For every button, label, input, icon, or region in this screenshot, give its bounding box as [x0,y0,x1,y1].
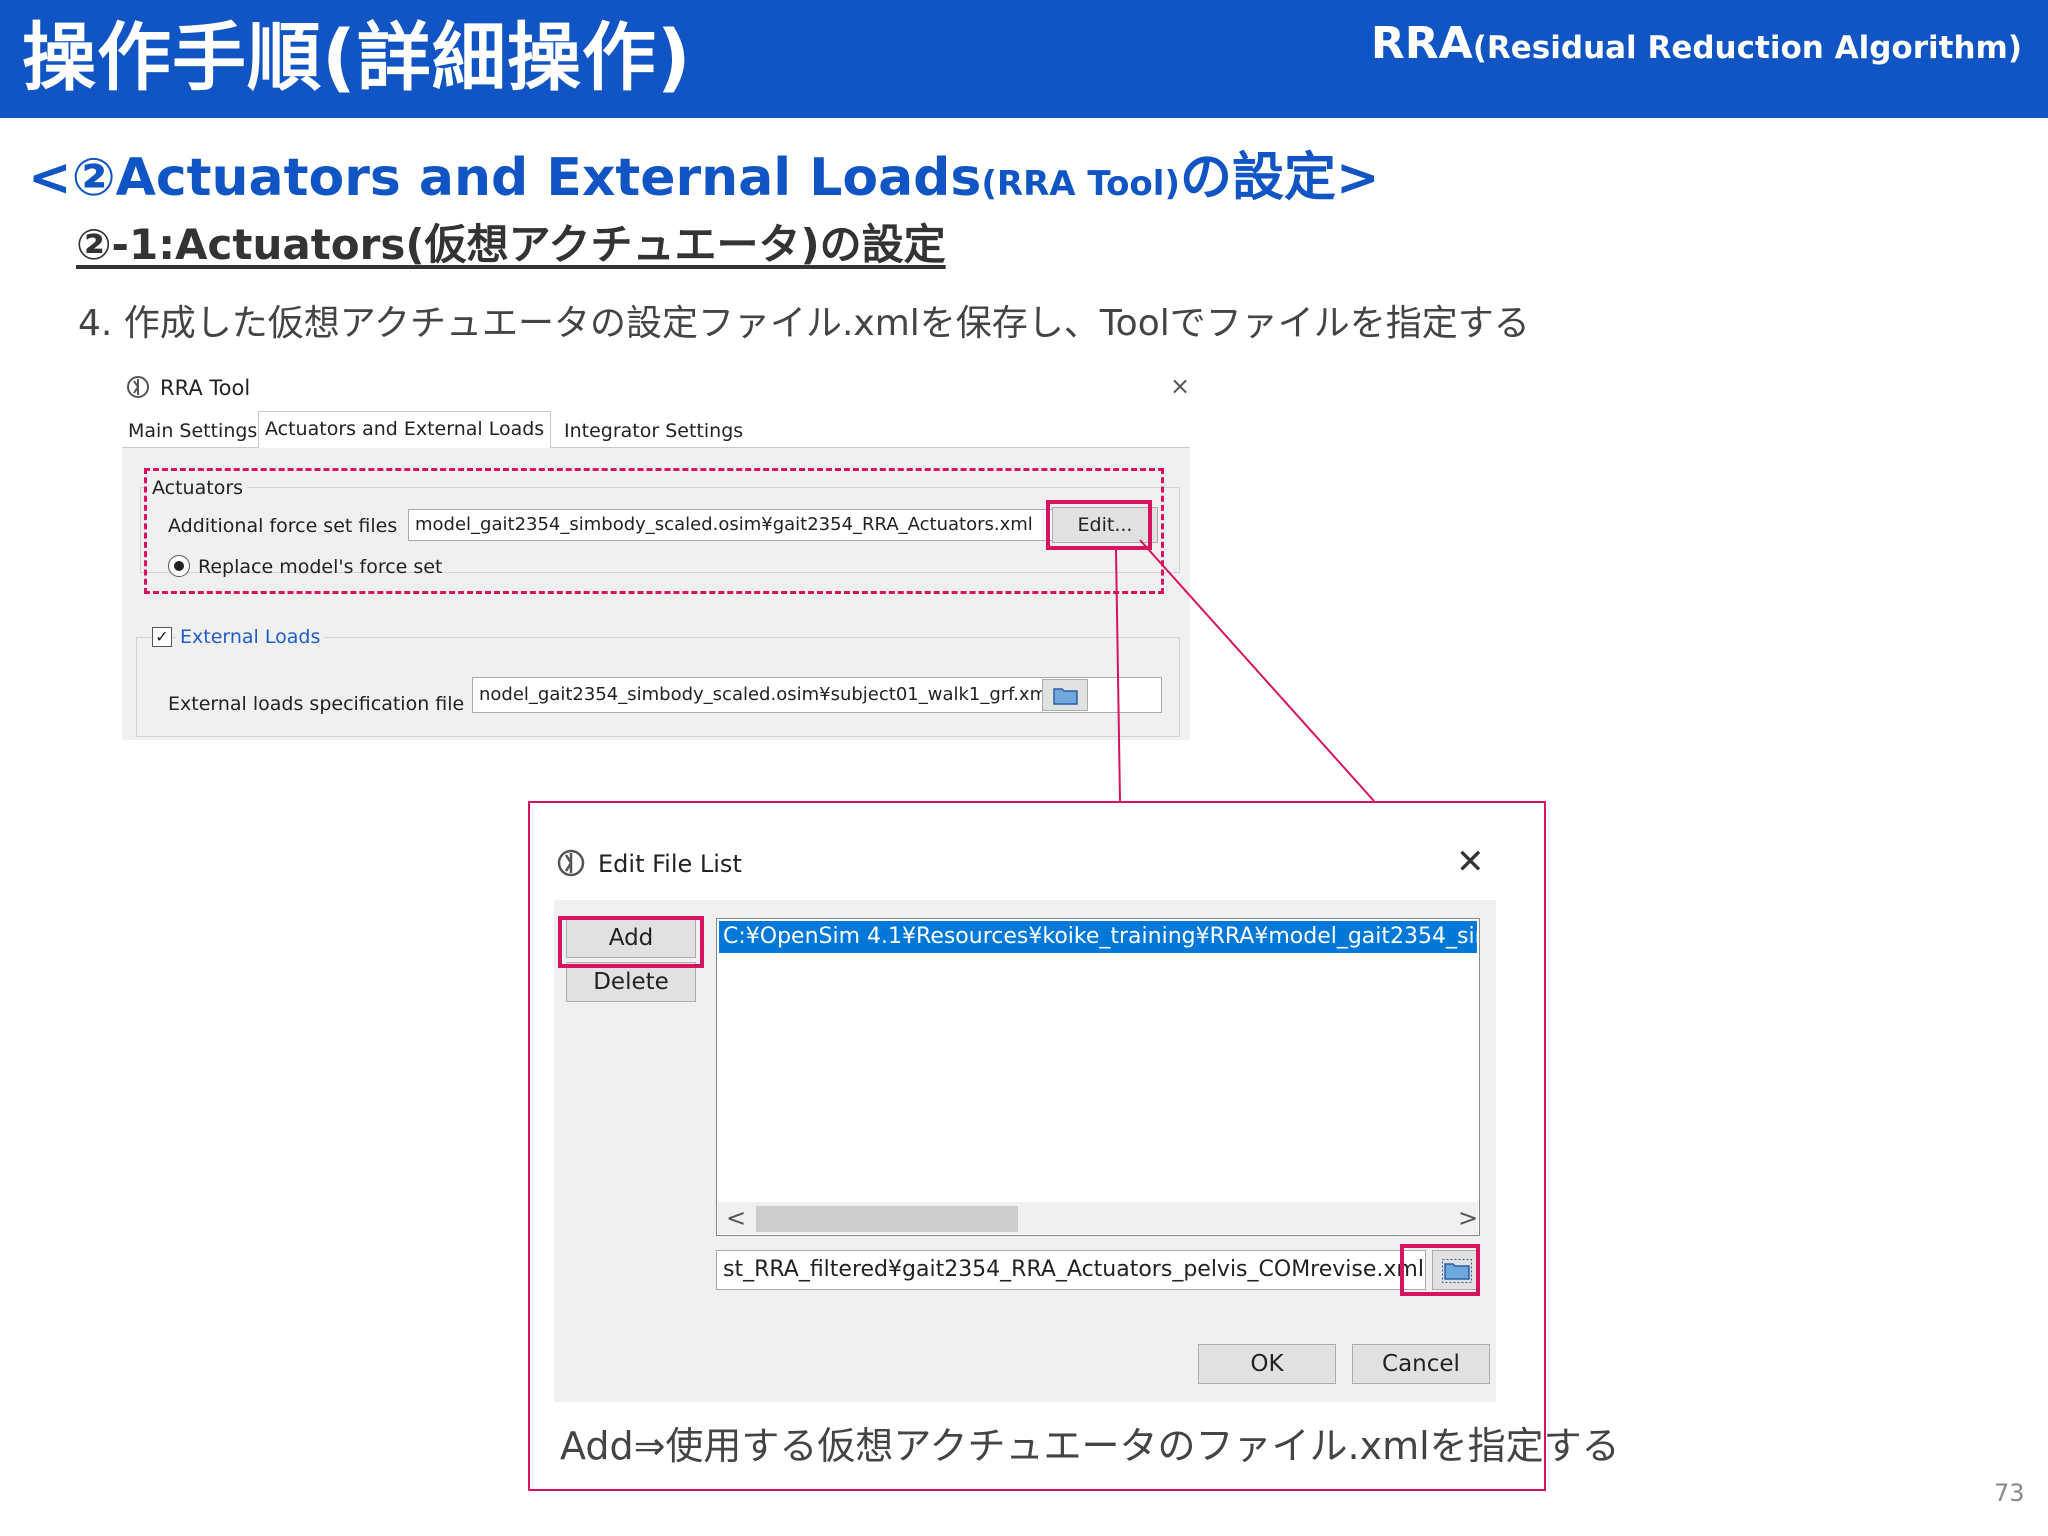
file-list[interactable]: C:¥OpenSim 4.1¥Resources¥koike_training¥… [716,918,1480,1236]
horizontal-scrollbar[interactable]: < > [718,1202,1478,1234]
dialog-body: Add Delete C:¥OpenSim 4.1¥Resources¥koik… [554,900,1496,1402]
delete-button[interactable]: Delete [566,962,696,1002]
scrollbar-thumb[interactable] [756,1206,1018,1232]
opensim-logo-icon [557,849,585,877]
scroll-left-icon[interactable]: < [726,1202,746,1234]
page-number: 73 [1994,1479,2025,1507]
list-item-selected[interactable]: C:¥OpenSim 4.1¥Resources¥koike_training¥… [719,921,1477,953]
dialog-title: Edit File List [598,850,742,878]
add-button-highlight [558,916,704,968]
scroll-right-icon[interactable]: > [1458,1202,1478,1234]
file-path-field[interactable]: st_RRA_filtered¥gait2354_RRA_Actuators_p… [716,1250,1426,1290]
dialog-close-icon[interactable]: ✕ [1456,842,1485,882]
cancel-button[interactable]: Cancel [1352,1344,1490,1384]
browse-button-highlight [1400,1244,1480,1296]
callout-caption: Add⇒使用する仮想アクチュエータのファイル.xmlを指定する [560,1424,1620,1468]
ok-button[interactable]: OK [1198,1344,1336,1384]
dialog-title-bar: Edit File List ✕ [546,830,1496,900]
